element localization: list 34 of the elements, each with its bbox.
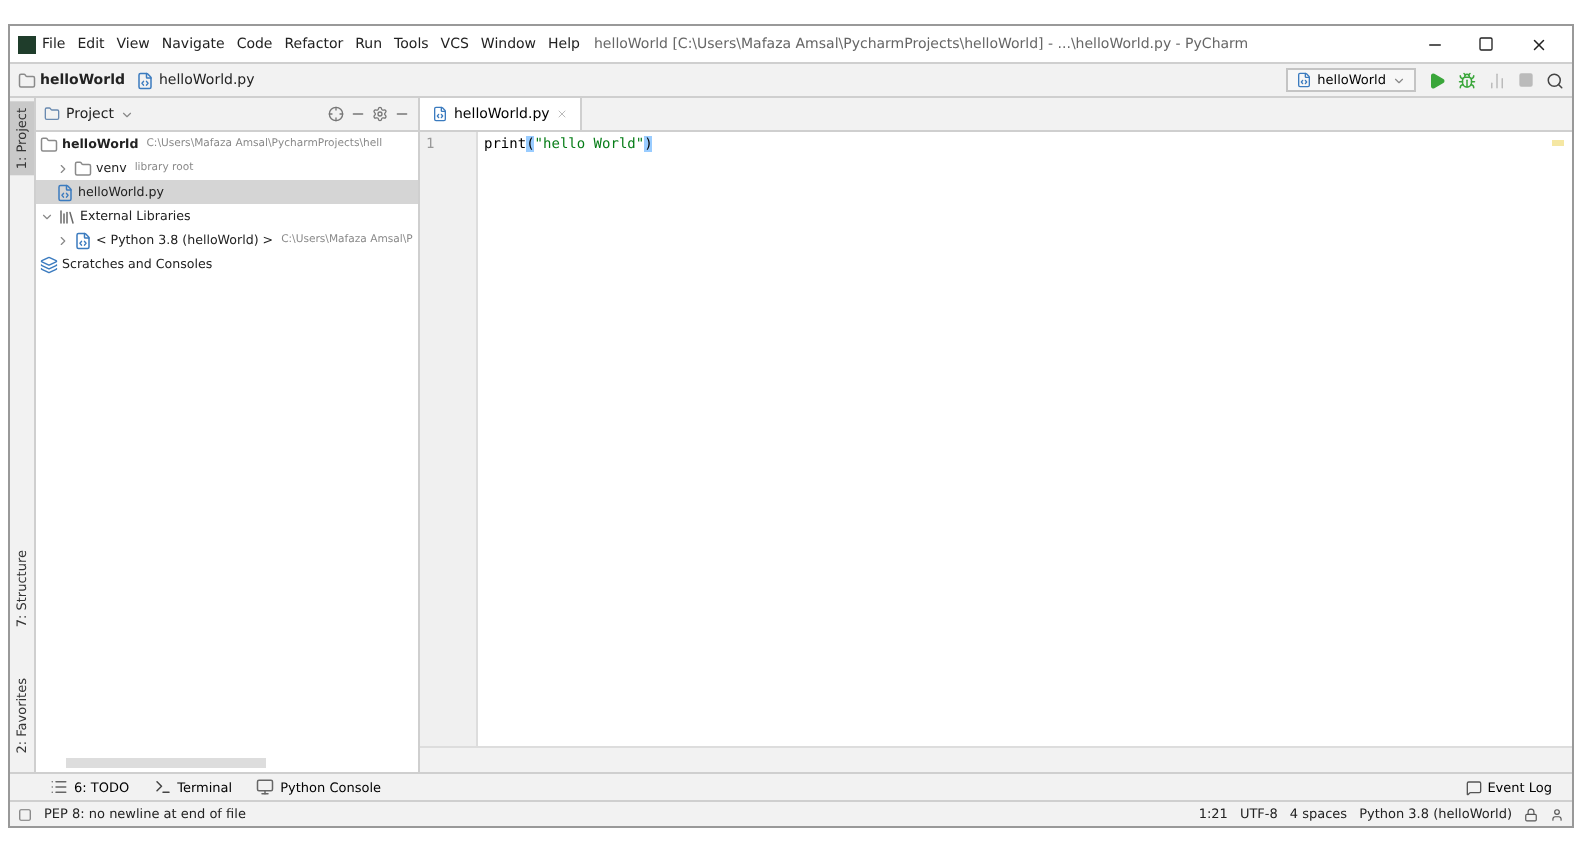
chevron-icon <box>119 107 134 121</box>
checkbox-icon <box>18 807 32 821</box>
close-icon <box>1529 35 1547 53</box>
person-icon <box>1550 807 1564 821</box>
debug-icon[interactable] <box>1458 71 1476 89</box>
locate-icon <box>328 106 344 122</box>
folder-icon <box>74 159 92 177</box>
chevron-icon <box>56 161 70 175</box>
console-icon <box>256 778 275 796</box>
maximize-icon <box>1478 36 1494 52</box>
lock-icon <box>1524 807 1538 821</box>
search-icon[interactable] <box>1546 71 1564 89</box>
scrollbar-thumb[interactable] <box>66 758 266 768</box>
app-logo-icon <box>18 35 36 53</box>
warning-marker <box>1552 140 1564 146</box>
python-file-icon <box>432 106 448 122</box>
library-icon <box>58 207 76 225</box>
python-icon <box>74 231 92 249</box>
chevron-icon <box>1392 73 1406 87</box>
folder-icon <box>18 71 36 89</box>
python-file-icon <box>56 183 74 201</box>
run-icon[interactable] <box>1428 71 1446 89</box>
python-file-icon <box>136 71 155 89</box>
scratches-icon <box>40 255 58 273</box>
folder-icon <box>40 135 58 153</box>
coverage-icon[interactable] <box>1488 71 1506 89</box>
settings-icon <box>372 106 388 122</box>
python-icon <box>1295 72 1312 88</box>
panel-icon <box>44 106 60 122</box>
speech-bubble-icon <box>1465 779 1482 795</box>
list-icon <box>50 778 68 796</box>
terminal-icon <box>153 778 172 796</box>
stop-icon[interactable] <box>1518 72 1534 88</box>
close-tab-icon <box>555 108 568 120</box>
